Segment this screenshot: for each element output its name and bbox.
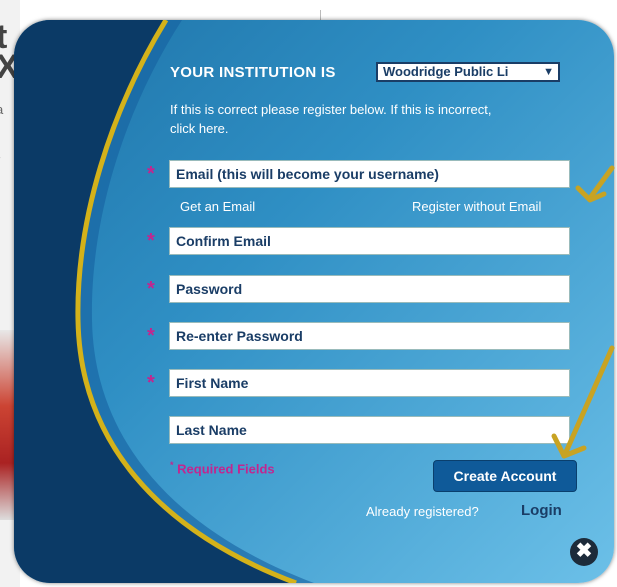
create-account-button[interactable]: Create Account (433, 460, 577, 492)
institution-select[interactable]: Woodridge Public Li ▼ (376, 62, 560, 82)
required-fields-note: * Required Fields (170, 460, 275, 476)
first-name-field[interactable]: First Name (169, 369, 570, 397)
institution-label: YOUR INSTITUTION IS (170, 64, 336, 81)
institution-help-text: If this is correct please register below… (170, 100, 570, 138)
email-field[interactable]: Email (this will become your username) (169, 160, 570, 188)
login-link[interactable]: Login (521, 502, 562, 519)
required-asterisk: * (147, 163, 155, 185)
required-fields-label: Required Fields (177, 461, 275, 477)
register-without-email-link[interactable]: Register without Email (412, 199, 541, 214)
required-asterisk: * (170, 460, 174, 470)
registration-modal: YOUR INSTITUTION IS Woodridge Public Li … (14, 20, 614, 583)
reenter-password-field[interactable]: Re-enter Password (169, 322, 570, 350)
required-asterisk: * (147, 325, 155, 347)
last-name-field[interactable]: Last Name (169, 416, 570, 444)
required-asterisk: * (147, 278, 155, 300)
required-asterisk: * (147, 230, 155, 252)
page-top-background (0, 0, 617, 20)
get-email-link[interactable]: Get an Email (180, 199, 255, 214)
required-asterisk: * (147, 372, 155, 394)
help-text: If this is correct please register below… (170, 102, 492, 117)
background-text-fragment: a (0, 102, 3, 117)
chevron-down-icon: ▼ (543, 66, 554, 78)
confirm-email-field[interactable]: Confirm Email (169, 227, 570, 255)
already-registered-label: Already registered? (366, 504, 479, 519)
password-field[interactable]: Password (169, 275, 570, 303)
close-icon[interactable]: ✖ (570, 538, 598, 566)
institution-select-value: Woodridge Public Li (383, 64, 509, 79)
click-here-link[interactable]: click here. (170, 119, 570, 138)
